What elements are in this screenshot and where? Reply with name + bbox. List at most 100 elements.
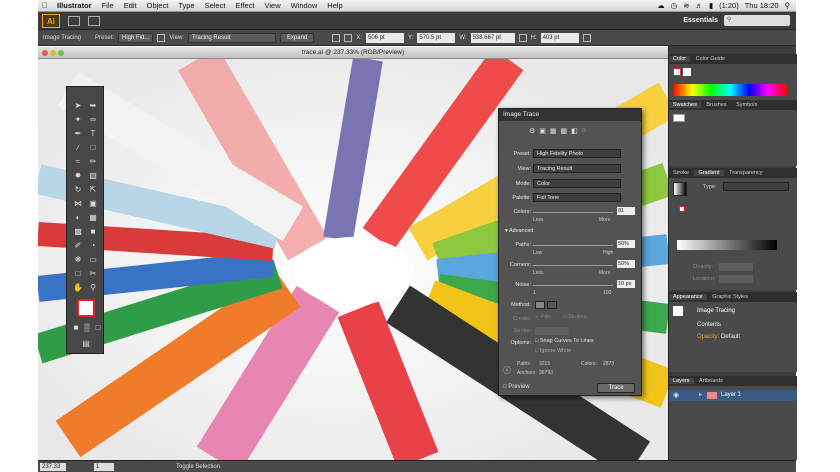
- panel-menu-icon[interactable]: [582, 33, 591, 42]
- screen-mode-icon[interactable]: ▤: [80, 339, 92, 349]
- reference-point-icon[interactable]: [344, 33, 353, 42]
- scale-tool-icon[interactable]: ⇱: [87, 185, 99, 195]
- expand-button[interactable]: Expand: [279, 32, 315, 43]
- pen-tool-icon[interactable]: ✒: [72, 129, 84, 139]
- stroke-swatch[interactable]: [683, 68, 691, 76]
- layer-row[interactable]: ◉ ▸ Layer 1: [669, 390, 797, 401]
- tab-symbols[interactable]: Symbols: [732, 102, 761, 108]
- slice-tool-icon[interactable]: ✂: [87, 269, 99, 279]
- arrange-documents-icon[interactable]: [88, 15, 100, 26]
- height-field[interactable]: 403 pt: [540, 32, 579, 43]
- overlapping-method-button[interactable]: [547, 301, 557, 309]
- menu-object[interactable]: Object: [142, 1, 174, 10]
- menu-type[interactable]: Type: [173, 1, 199, 10]
- tab-transparency[interactable]: Transparency: [725, 170, 766, 176]
- snap-curves-checkbox[interactable]: □ Snap Curves To Lines: [535, 338, 594, 344]
- gradient-opacity-field[interactable]: [719, 263, 753, 271]
- mode-dropdown[interactable]: Color: [533, 179, 621, 188]
- tab-graphic-styles[interactable]: Graphic Styles: [708, 294, 752, 300]
- rectangle-tool-icon[interactable]: □: [87, 143, 99, 153]
- menu-file[interactable]: File: [97, 1, 119, 10]
- gradient-stroke-icon[interactable]: [679, 206, 685, 212]
- workspace-switcher[interactable]: Essentials: [683, 17, 718, 24]
- advanced-toggle[interactable]: ▾ Advanced: [505, 228, 533, 234]
- appearance-contents[interactable]: Contents: [697, 322, 721, 328]
- perspective-grid-tool-icon[interactable]: ▦: [87, 213, 99, 223]
- grayscale-icon[interactable]: ▩: [561, 127, 568, 137]
- magic-wand-tool-icon[interactable]: ✦: [72, 115, 84, 125]
- rotate-tool-icon[interactable]: ↻: [72, 185, 84, 195]
- menu-clock[interactable]: Thu 18:20: [745, 1, 779, 10]
- tab-appearance[interactable]: Appearance: [669, 294, 707, 300]
- image-trace-panel-icon[interactable]: [157, 33, 166, 42]
- gradient-location-field[interactable]: [719, 275, 753, 283]
- y-field[interactable]: 570.5 pt: [417, 32, 456, 43]
- type-tool-icon[interactable]: T: [87, 129, 99, 139]
- eyedropper-tool-icon[interactable]: ✐: [72, 241, 84, 251]
- gradient-slider[interactable]: [677, 240, 777, 250]
- selection-tool-icon[interactable]: ➤: [72, 101, 84, 111]
- corners-value[interactable]: 50%: [617, 260, 635, 268]
- menu-effect[interactable]: Effect: [230, 1, 259, 10]
- gradient-type-dropdown[interactable]: [723, 182, 789, 191]
- tab-brushes[interactable]: Brushes: [702, 102, 730, 108]
- swatch-none[interactable]: [673, 114, 685, 122]
- colors-slider[interactable]: [533, 212, 613, 213]
- minimize-window-button[interactable]: [50, 50, 56, 56]
- direct-selection-tool-icon[interactable]: ➥: [87, 101, 99, 111]
- volume-icon[interactable]: ♬: [695, 1, 703, 10]
- color-spectrum[interactable]: [673, 84, 787, 96]
- clock-icon[interactable]: ◷: [671, 1, 678, 10]
- visibility-eye-icon[interactable]: ◉: [673, 391, 679, 399]
- tab-artboards[interactable]: Artboards: [695, 378, 727, 384]
- eraser-tool-icon[interactable]: ▧: [87, 171, 99, 181]
- menu-app[interactable]: Illustrator: [52, 1, 97, 10]
- align-icon[interactable]: [332, 33, 341, 42]
- battery-icon[interactable]: ▮: [709, 1, 713, 10]
- preset-dropdown[interactable]: High Fid...: [118, 32, 154, 43]
- stroke-width-field[interactable]: [535, 327, 569, 335]
- fills-checkbox[interactable]: ✓ Fills: [535, 314, 551, 320]
- artboard-number-field[interactable]: 1: [94, 463, 114, 471]
- black-white-icon[interactable]: ◧: [571, 127, 578, 137]
- x-field[interactable]: 506 pt: [366, 32, 404, 43]
- tab-layers[interactable]: Layers: [669, 378, 694, 384]
- ignore-white-checkbox[interactable]: □ Ignore White: [535, 348, 571, 354]
- mesh-tool-icon[interactable]: ▩: [72, 227, 84, 237]
- trace-button[interactable]: Trace: [597, 383, 635, 393]
- colors-value[interactable]: 81: [617, 207, 635, 215]
- zoom-field[interactable]: 237.33: [40, 463, 66, 471]
- menu-view[interactable]: View: [259, 1, 285, 10]
- paintbrush-tool-icon[interactable]: ≈: [72, 157, 84, 167]
- width-tool-icon[interactable]: ⋈: [72, 199, 84, 209]
- spotlight-icon[interactable]: ⚲: [785, 1, 791, 10]
- pencil-tool-icon[interactable]: ✏: [87, 157, 99, 167]
- none-mode-icon[interactable]: □: [92, 323, 104, 333]
- zoom-tool-icon[interactable]: ⚲: [87, 283, 99, 293]
- appearance-opacity-label[interactable]: Opacity:: [697, 334, 719, 340]
- artboard-tool-icon[interactable]: □: [72, 269, 84, 279]
- menu-window[interactable]: Window: [286, 1, 323, 10]
- tab-color[interactable]: Color: [669, 56, 691, 62]
- status-mode[interactable]: Toggle Selection: [176, 463, 220, 471]
- strokes-checkbox[interactable]: □ Strokes: [563, 314, 587, 320]
- menu-help[interactable]: Help: [322, 1, 347, 10]
- blob-brush-tool-icon[interactable]: ✸: [72, 171, 84, 181]
- free-transform-tool-icon[interactable]: ▣: [87, 199, 99, 209]
- layer-name[interactable]: Layer 1: [721, 392, 741, 398]
- outline-icon[interactable]: ○: [582, 127, 586, 137]
- fill-swatch[interactable]: [673, 68, 681, 76]
- tab-swatches[interactable]: Swatches: [669, 102, 701, 108]
- sync-icon[interactable]: ☁: [657, 1, 665, 10]
- paths-slider[interactable]: [533, 245, 613, 246]
- paths-value[interactable]: 50%: [617, 240, 635, 248]
- palette-dropdown[interactable]: Full Tone: [533, 193, 621, 202]
- shape-builder-tool-icon[interactable]: ◐: [72, 213, 84, 223]
- noise-slider[interactable]: [533, 285, 613, 286]
- high-color-icon[interactable]: ▣: [539, 127, 546, 137]
- lasso-tool-icon[interactable]: ∞: [87, 115, 99, 125]
- constrain-proportions-icon[interactable]: [518, 33, 527, 42]
- hand-tool-icon[interactable]: ✋: [72, 283, 84, 293]
- symbol-sprayer-tool-icon[interactable]: ❋: [72, 255, 84, 265]
- search-input[interactable]: ⚲: [724, 15, 790, 26]
